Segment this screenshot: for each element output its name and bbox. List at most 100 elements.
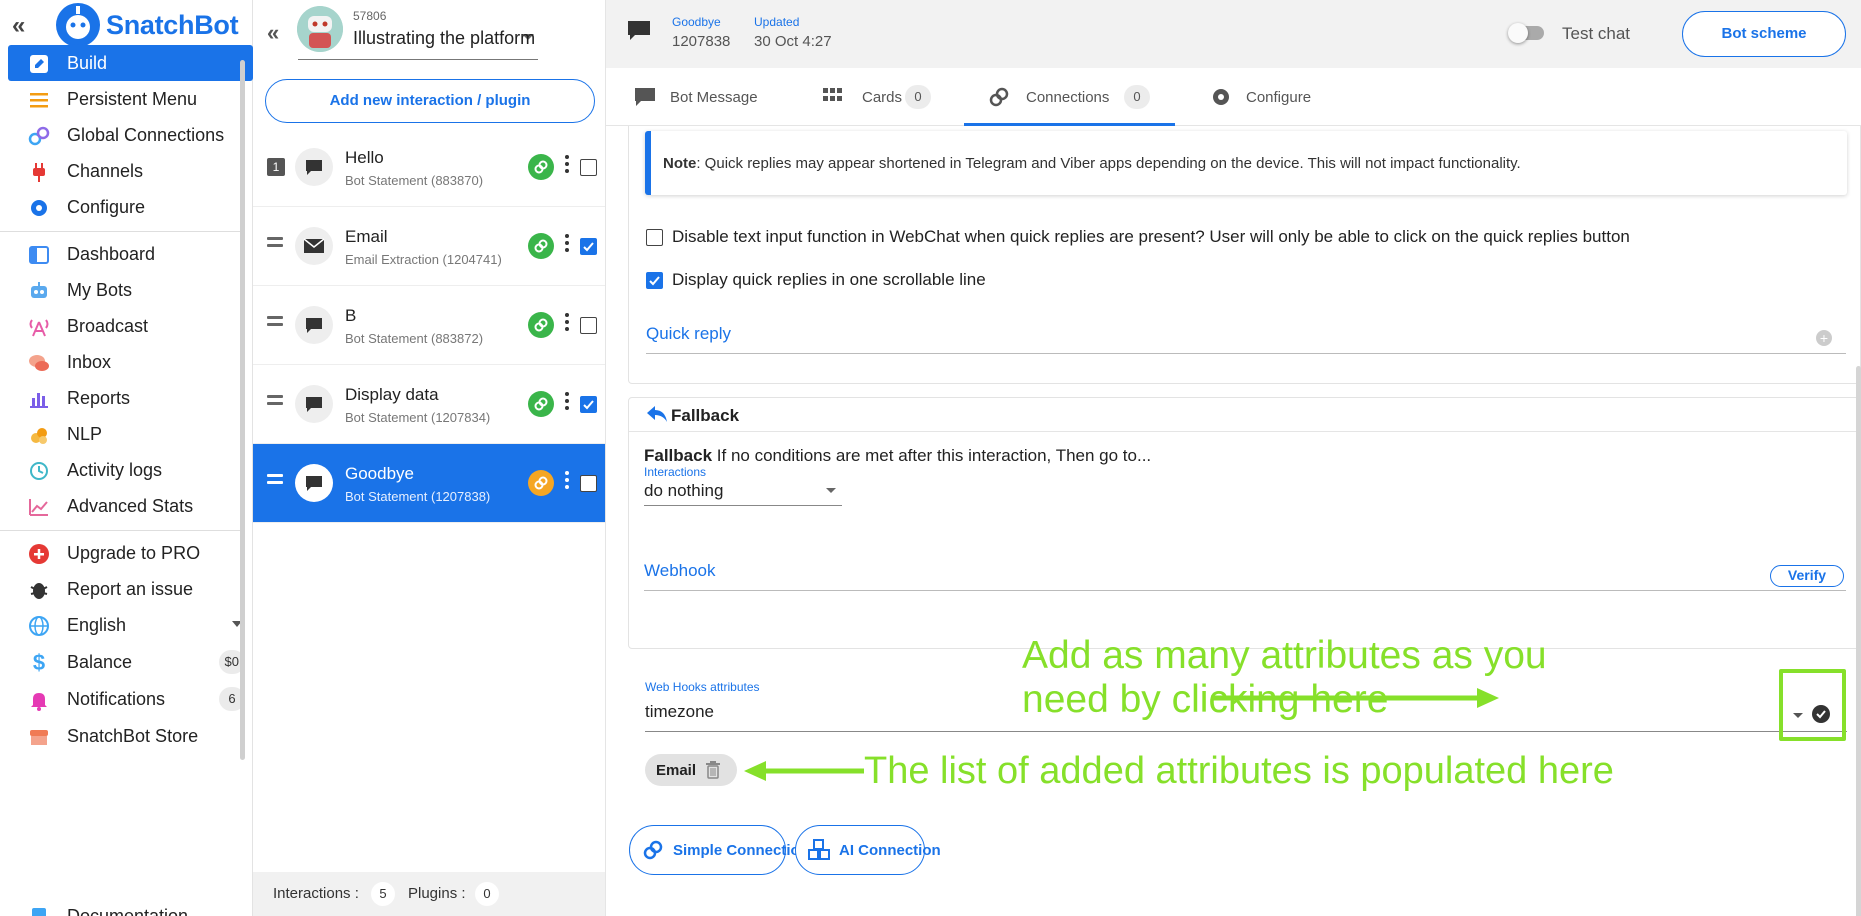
bell-icon [28,689,50,711]
sidebar-item-activity-logs[interactable]: Activity logs [8,452,253,488]
test-chat-label: Test chat [1562,24,1631,43]
sidebar-item-label: Global Connections [67,125,225,145]
scrollable-line-checkbox[interactable] [646,272,663,289]
gear-icon [1210,86,1232,112]
arrow-right-annotation [1211,688,1499,708]
interaction-row-goodbye[interactable]: Goodbye Bot Statement (1207838) [253,444,605,523]
attribute-chip-label: Email [656,762,697,779]
link-icon[interactable] [528,470,554,496]
connections-content: Note: Quick replies may appear shortened… [606,126,1861,916]
trash-icon[interactable] [705,761,721,783]
verify-button[interactable]: Verify [1770,565,1844,587]
sidebar-item-reports[interactable]: Reports [8,380,253,416]
sidebar-item-configure[interactable]: Configure [8,189,253,225]
link-icon[interactable] [528,312,554,338]
chevron-down-icon [826,488,836,493]
link-icon[interactable] [528,391,554,417]
row-checkbox[interactable] [580,238,597,255]
sidebar: « SnatchBot Build Persistent Menu Global… [0,0,253,916]
sidebar-item-label: Notifications [67,689,166,709]
webhook-attributes-label: Web Hooks attributes [645,680,760,694]
sidebar-item-notifications[interactable]: Notifications 6 [8,681,253,717]
sidebar-item-label: Activity logs [67,460,163,480]
snatchbot-logo [56,3,100,47]
sidebar-item-store[interactable]: SnatchBot Store [8,718,253,754]
sidebar-item-label: Reports [67,388,131,408]
sidebar-item-upgrade[interactable]: Upgrade to PRO [8,535,253,571]
content-scrollbar[interactable] [1856,366,1861,916]
sidebar-item-label: Report an issue [67,579,194,599]
ai-connection-button[interactable]: AI Connection [795,825,941,875]
collapse-sidebar-icon[interactable]: « [12,12,25,40]
link-icon[interactable] [528,233,554,259]
tab-label: Configure [1246,89,1312,106]
collapse-panel-icon[interactable]: « [267,20,279,46]
note-text: : Quick replies may appear shortened in … [696,155,1521,172]
simple-connection-button[interactable]: Simple Connection [629,825,809,875]
sidebar-item-documentation[interactable]: Documentation [8,898,253,916]
row-checkbox[interactable] [580,475,597,492]
sidebar-item-inbox[interactable]: Inbox [8,344,253,380]
drag-handle-icon[interactable] [267,316,283,330]
sidebar-item-build[interactable]: Build [8,45,253,81]
sidebar-item-advanced-stats[interactable]: Advanced Stats [8,488,253,524]
sidebar-item-broadcast[interactable]: Broadcast [8,308,253,344]
drag-handle-icon[interactable] [267,395,283,409]
add-quick-reply-icon[interactable]: + [1816,330,1832,346]
more-options-icon[interactable] [565,234,569,254]
quick-reply-field[interactable]: Quick reply + [646,324,1846,354]
more-options-icon[interactable] [565,392,569,412]
more-options-icon[interactable] [565,313,569,333]
quick-reply-note: Note: Quick replies may appear shortened… [645,131,1847,195]
sidebar-item-persistent-menu[interactable]: Persistent Menu [8,81,253,117]
interaction-row-email[interactable]: Email Email Extraction (1204741) [253,207,605,286]
fallback-text: If no conditions are met after this inte… [712,446,1152,465]
sidebar-item-label: Upgrade to PRO [67,543,201,563]
sidebar-item-label: Build [67,53,108,73]
more-options-icon[interactable] [565,471,569,491]
more-options-icon[interactable] [565,155,569,175]
row-checkbox[interactable] [580,396,597,413]
test-chat-toggle[interactable] [1508,23,1544,43]
bot-scheme-button[interactable]: Bot scheme [1682,11,1846,57]
dashboard-icon [28,244,50,266]
broadcast-icon [28,316,50,338]
tab-connections[interactable]: Connections 0 [964,68,1175,126]
fallback-interaction-select[interactable]: do nothing [644,476,842,506]
row-checkbox[interactable] [580,317,597,334]
chat-bubble-icon [295,306,333,344]
tab-cards[interactable]: Cards 0 [822,68,932,126]
drag-handle-icon[interactable] [267,237,283,251]
plug-icon [28,161,50,183]
interactions-count-label: Interactions : [273,885,359,902]
sidebar-item-balance[interactable]: $ Balance $0 [8,644,253,680]
sidebar-scrollbar[interactable] [240,60,245,760]
disable-text-input-checkbox[interactable] [646,229,663,246]
webhook-field[interactable]: Webhook Verify [644,561,1846,591]
sidebar-item-language[interactable]: English [8,607,253,643]
tab-configure[interactable]: Configure [1210,68,1330,126]
sidebar-item-my-bots[interactable]: My Bots [8,272,253,308]
bar-chart-icon [28,388,50,410]
sidebar-divider [0,530,245,531]
robot-icon [28,280,50,302]
interaction-title: Display data [345,385,439,404]
sidebar-item-dashboard[interactable]: Dashboard [8,236,253,272]
add-interaction-button[interactable]: Add new interaction / plugin [265,79,595,123]
link-icon[interactable] [528,154,554,180]
tab-bot-message[interactable]: Bot Message [634,68,774,126]
interaction-row-display-data[interactable]: Display data Bot Statement (1207834) [253,365,605,444]
chat-bubble-icon [626,18,652,47]
sidebar-item-global-connections[interactable]: Global Connections [8,117,253,153]
row-checkbox[interactable] [580,159,597,176]
cubes-icon [808,839,830,865]
sidebar-item-channels[interactable]: Channels [8,153,253,189]
sidebar-item-nlp[interactable]: NLP [8,416,253,452]
interaction-row-b[interactable]: B Bot Statement (883872) [253,286,605,365]
drag-handle-icon[interactable] [267,474,283,488]
sidebar-divider [0,231,245,232]
brand-name: SnatchBot [106,10,239,40]
interaction-row-hello[interactable]: 1 Hello Bot Statement (883870) [253,128,605,207]
store-icon [28,726,50,748]
sidebar-item-report-issue[interactable]: Report an issue [8,571,253,607]
